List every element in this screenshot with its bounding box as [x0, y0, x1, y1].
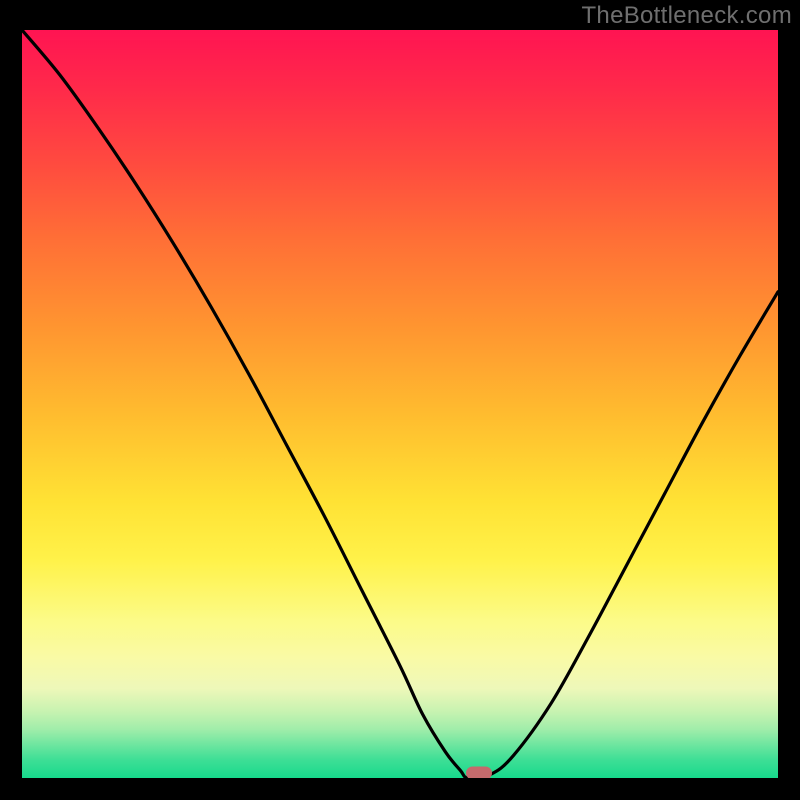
- chart-frame: TheBottleneck.com: [0, 0, 800, 800]
- plot-area: [22, 30, 778, 778]
- bottleneck-marker: [466, 767, 492, 779]
- bottleneck-curve: [22, 30, 778, 778]
- watermark-label: TheBottleneck.com: [581, 2, 792, 30]
